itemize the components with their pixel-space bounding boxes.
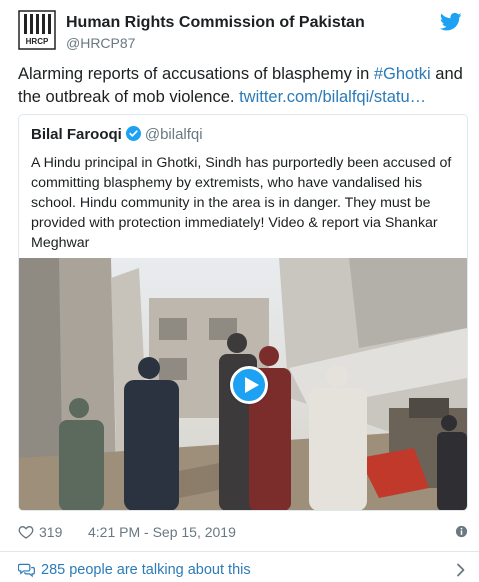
svg-text:HRCP: HRCP: [26, 37, 49, 46]
verified-badge-icon: [125, 126, 141, 141]
tweet-text: Alarming reports of accusations of blasp…: [18, 63, 468, 109]
twitter-bird-icon[interactable]: [440, 12, 462, 32]
tweet-timestamp[interactable]: 4:21 PM - Sep 15, 2019: [88, 522, 236, 542]
embedded-tweet: HRCP Human Rights Commission of Pakistan…: [0, 0, 479, 582]
tweet-header: HRCP Human Rights Commission of Pakistan…: [18, 10, 468, 54]
quoted-tweet-text: A Hindu principal in Ghotki, Sindh has p…: [31, 155, 452, 251]
quoted-tweet[interactable]: Bilal Farooqi @bilalfqi A Hindu principal…: [18, 114, 468, 511]
hrcp-logo-icon[interactable]: HRCP: [18, 10, 56, 50]
speech-bubbles-icon: [18, 563, 35, 578]
like-count[interactable]: 319: [39, 522, 62, 542]
quoted-tweet-header: Bilal Farooqi @bilalfqi: [31, 125, 203, 145]
video-thumbnail[interactable]: [19, 258, 467, 510]
divider: [0, 551, 479, 552]
tweet-url-link[interactable]: twitter.com/bilalfqi/statu…: [239, 88, 426, 106]
author-block[interactable]: Human Rights Commission of Pakistan @HRC…: [66, 13, 365, 53]
info-icon[interactable]: [455, 525, 468, 538]
tweet-meta: 319 4:21 PM - Sep 15, 2019: [18, 522, 468, 542]
heart-icon[interactable]: [18, 524, 34, 540]
author-name[interactable]: Human Rights Commission of Pakistan: [66, 13, 365, 33]
hashtag-link[interactable]: #Ghotki: [374, 65, 431, 83]
chevron-right-icon[interactable]: [456, 563, 466, 577]
quoted-author-handle: @bilalfqi: [144, 126, 203, 143]
conversation-link[interactable]: 285 people are talking about this: [18, 560, 468, 580]
play-icon[interactable]: [230, 366, 268, 404]
tweet-text-prefix: Alarming reports of accusations of blasp…: [18, 65, 374, 83]
talking-count-text[interactable]: 285 people are talking about this: [41, 560, 251, 580]
author-handle[interactable]: @HRCP87: [66, 34, 365, 53]
quoted-author-name: Bilal Farooqi: [31, 126, 122, 143]
